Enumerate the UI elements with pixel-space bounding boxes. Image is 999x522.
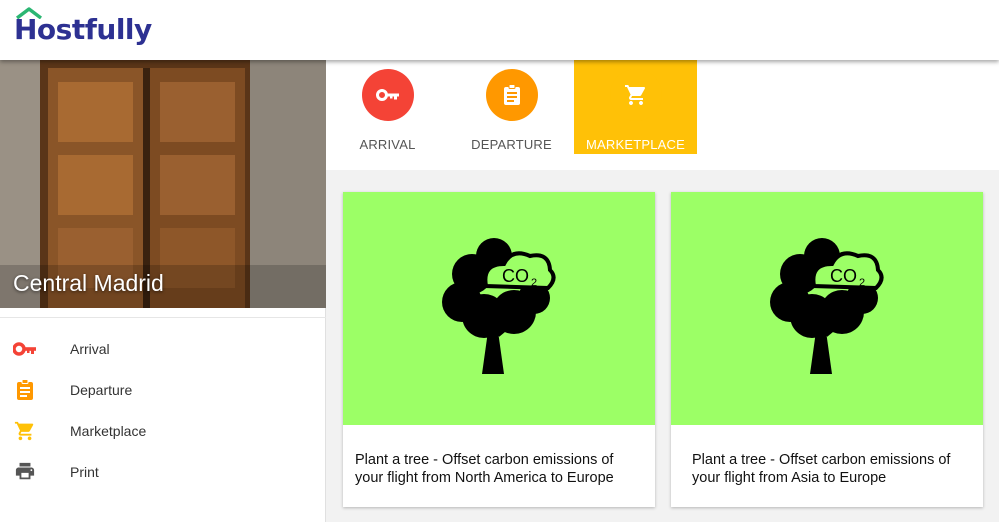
top-bar: Hostfully [0,0,999,60]
sidebar-item-label: Arrival [70,340,110,357]
key-icon [12,337,38,361]
card-title: Plant a tree - Offset carbon emissions o… [355,452,614,486]
svg-text:CO: CO [830,266,857,286]
sidebar-item-label: Marketplace [70,422,147,439]
sidebar-menu: Arrival Departure Marketplace Print [0,328,325,492]
co2-tree-icon: CO 2 [442,237,556,374]
clipboard-icon [12,378,38,402]
sidebar-item-label: Print [70,463,99,480]
house-roof-icon [16,7,42,19]
section-tabs: ARRIVAL DEPARTURE MARKETPLACE [326,60,999,170]
sidebar-item-departure[interactable]: Departure [0,369,325,410]
key-icon [375,89,399,101]
card-image: CO 2 [343,192,655,425]
marketplace-card[interactable]: CO 2 Plant a tree - Offset carbon emissi… [343,192,655,507]
cart-icon [624,85,645,105]
tab-marketplace[interactable]: MARKETPLACE [574,60,697,154]
sidebar-item-marketplace[interactable]: Marketplace [0,410,325,451]
brand-name: Hostfully [14,13,152,46]
marketplace-card[interactable]: CO 2 Plant a tree - Offset carbon emissi… [671,192,983,507]
tab-label: DEPARTURE [471,137,552,152]
tab-icon-circle [361,69,414,121]
tab-arrival[interactable]: ARRIVAL [326,60,449,154]
tab-label: MARKETPLACE [585,137,685,152]
co2-tree-icon: CO 2 [770,237,884,374]
card-title: Plant a tree - Offset carbon emissions o… [692,452,951,486]
svg-text:2: 2 [859,277,865,289]
tab-departure[interactable]: DEPARTURE [450,60,573,154]
sidebar: Central Madrid Arrival Departure Marketp… [0,60,326,522]
tab-icon-circle [485,69,538,121]
property-title: Central Madrid [13,270,164,296]
clipboard-icon [503,84,520,105]
divider [0,308,326,318]
printer-icon [12,460,38,484]
svg-text:CO: CO [502,266,529,286]
tab-icon-circle [609,69,662,121]
sidebar-item-print[interactable]: Print [0,451,325,492]
tab-label: ARRIVAL [359,137,416,152]
cart-icon [12,419,38,443]
svg-text:2: 2 [531,277,537,289]
property-hero-image: Central Madrid [0,60,326,308]
hostfully-logo[interactable]: Hostfully [14,7,152,46]
card-image: CO 2 [671,192,983,425]
sidebar-item-arrival[interactable]: Arrival [0,328,325,369]
sidebar-item-label: Departure [70,381,133,398]
